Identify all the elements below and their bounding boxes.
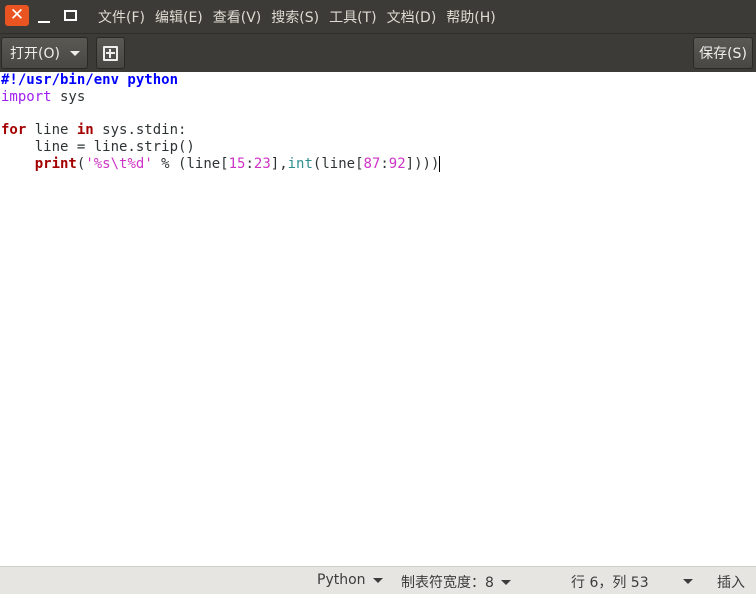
menu-documents[interactable]: 文档(D) [387,7,437,27]
tab-width-selector[interactable]: 制表符宽度：8 [401,572,511,592]
chevron-down-icon [500,579,511,585]
menu-bar: ✕ 文件(F) 编辑(E) 查看(V) 搜索(S) 工具(T) 文档(D) 帮助… [0,0,756,33]
code-punct: ], [270,155,288,172]
format-string: '%s\t%d' [85,155,153,172]
import-keyword: import [1,88,52,105]
code-line-1: #!/usr/bin/env python [1,72,756,89]
number-literal: 15 [228,155,246,172]
code-line-6: print('%s\t%d' % (line[15:23],int(line[8… [1,155,756,173]
menu-search[interactable]: 搜索(S) [271,7,319,27]
chevron-down-icon [372,577,383,583]
code-line-4: for line in sys.stdin: [1,122,756,139]
code-punct: : [245,155,254,172]
chevron-down-icon[interactable] [69,50,80,56]
strip-statement: line = line.strip() [1,139,195,156]
close-window-button[interactable]: ✕ [5,5,29,26]
language-label: Python [317,572,366,588]
open-button-label: 打开(O) [10,46,60,62]
loop-variable: line [26,122,77,139]
chevron-down-icon[interactable] [683,579,693,584]
shebang-text: #!/usr/bin/env python [1,72,179,88]
menu-view[interactable]: 查看(V) [213,7,262,27]
code-punct: (line[ [312,155,364,172]
maximize-icon [63,10,77,21]
insert-mode-label: 插入 [717,575,745,591]
menu-list: 文件(F) 编辑(E) 查看(V) 搜索(S) 工具(T) 文档(D) 帮助(H… [98,0,506,33]
import-module: sys [51,88,86,105]
text-cursor [439,155,441,172]
for-keyword: for [1,122,27,139]
code-line-5: line = line.strip() [1,139,756,156]
text-editor[interactable]: #!/usr/bin/env python import sys for lin… [0,72,756,566]
maximize-window-button[interactable] [60,5,80,26]
minimize-icon [38,20,50,23]
minimize-window-button[interactable] [34,5,54,26]
loop-iterable: sys.stdin: [93,122,187,139]
code-punct: % (line[ [152,155,229,172]
code-punct: : [380,155,389,172]
toolbar: 打开(O) 保存(S) [0,33,756,72]
tab-width-label: 制表符宽度：8 [401,575,494,591]
number-literal: 87 [363,155,381,172]
menu-file[interactable]: 文件(F) [98,7,145,27]
menu-help[interactable]: 帮助(H) [446,7,495,27]
code-line-2: import sys [1,89,756,106]
closing-paren: ) [430,155,440,172]
insert-mode[interactable]: 插入 [717,572,745,592]
menu-edit[interactable]: 编辑(E) [155,7,203,27]
code-punct: ])) [405,155,431,172]
cursor-position-label: 行 6，列 53 [571,575,649,591]
save-button[interactable]: 保存(S) [693,37,753,69]
new-document-button[interactable] [96,37,125,69]
save-button-label: 保存(S) [699,46,747,62]
close-icon: ✕ [9,5,25,25]
new-document-icon [103,45,118,61]
print-keyword: print [34,155,77,172]
open-button[interactable]: 打开(O) [1,37,88,69]
status-bar: Python 制表符宽度：8 行 6，列 53 插入 [0,566,756,594]
number-literal: 23 [253,155,271,172]
cursor-position[interactable]: 行 6，列 53 [571,572,649,592]
in-keyword: in [76,122,94,139]
int-builtin: int [287,155,313,172]
number-literal: 92 [388,155,406,172]
language-selector[interactable]: Python [317,572,383,588]
menu-tools[interactable]: 工具(T) [329,7,376,27]
